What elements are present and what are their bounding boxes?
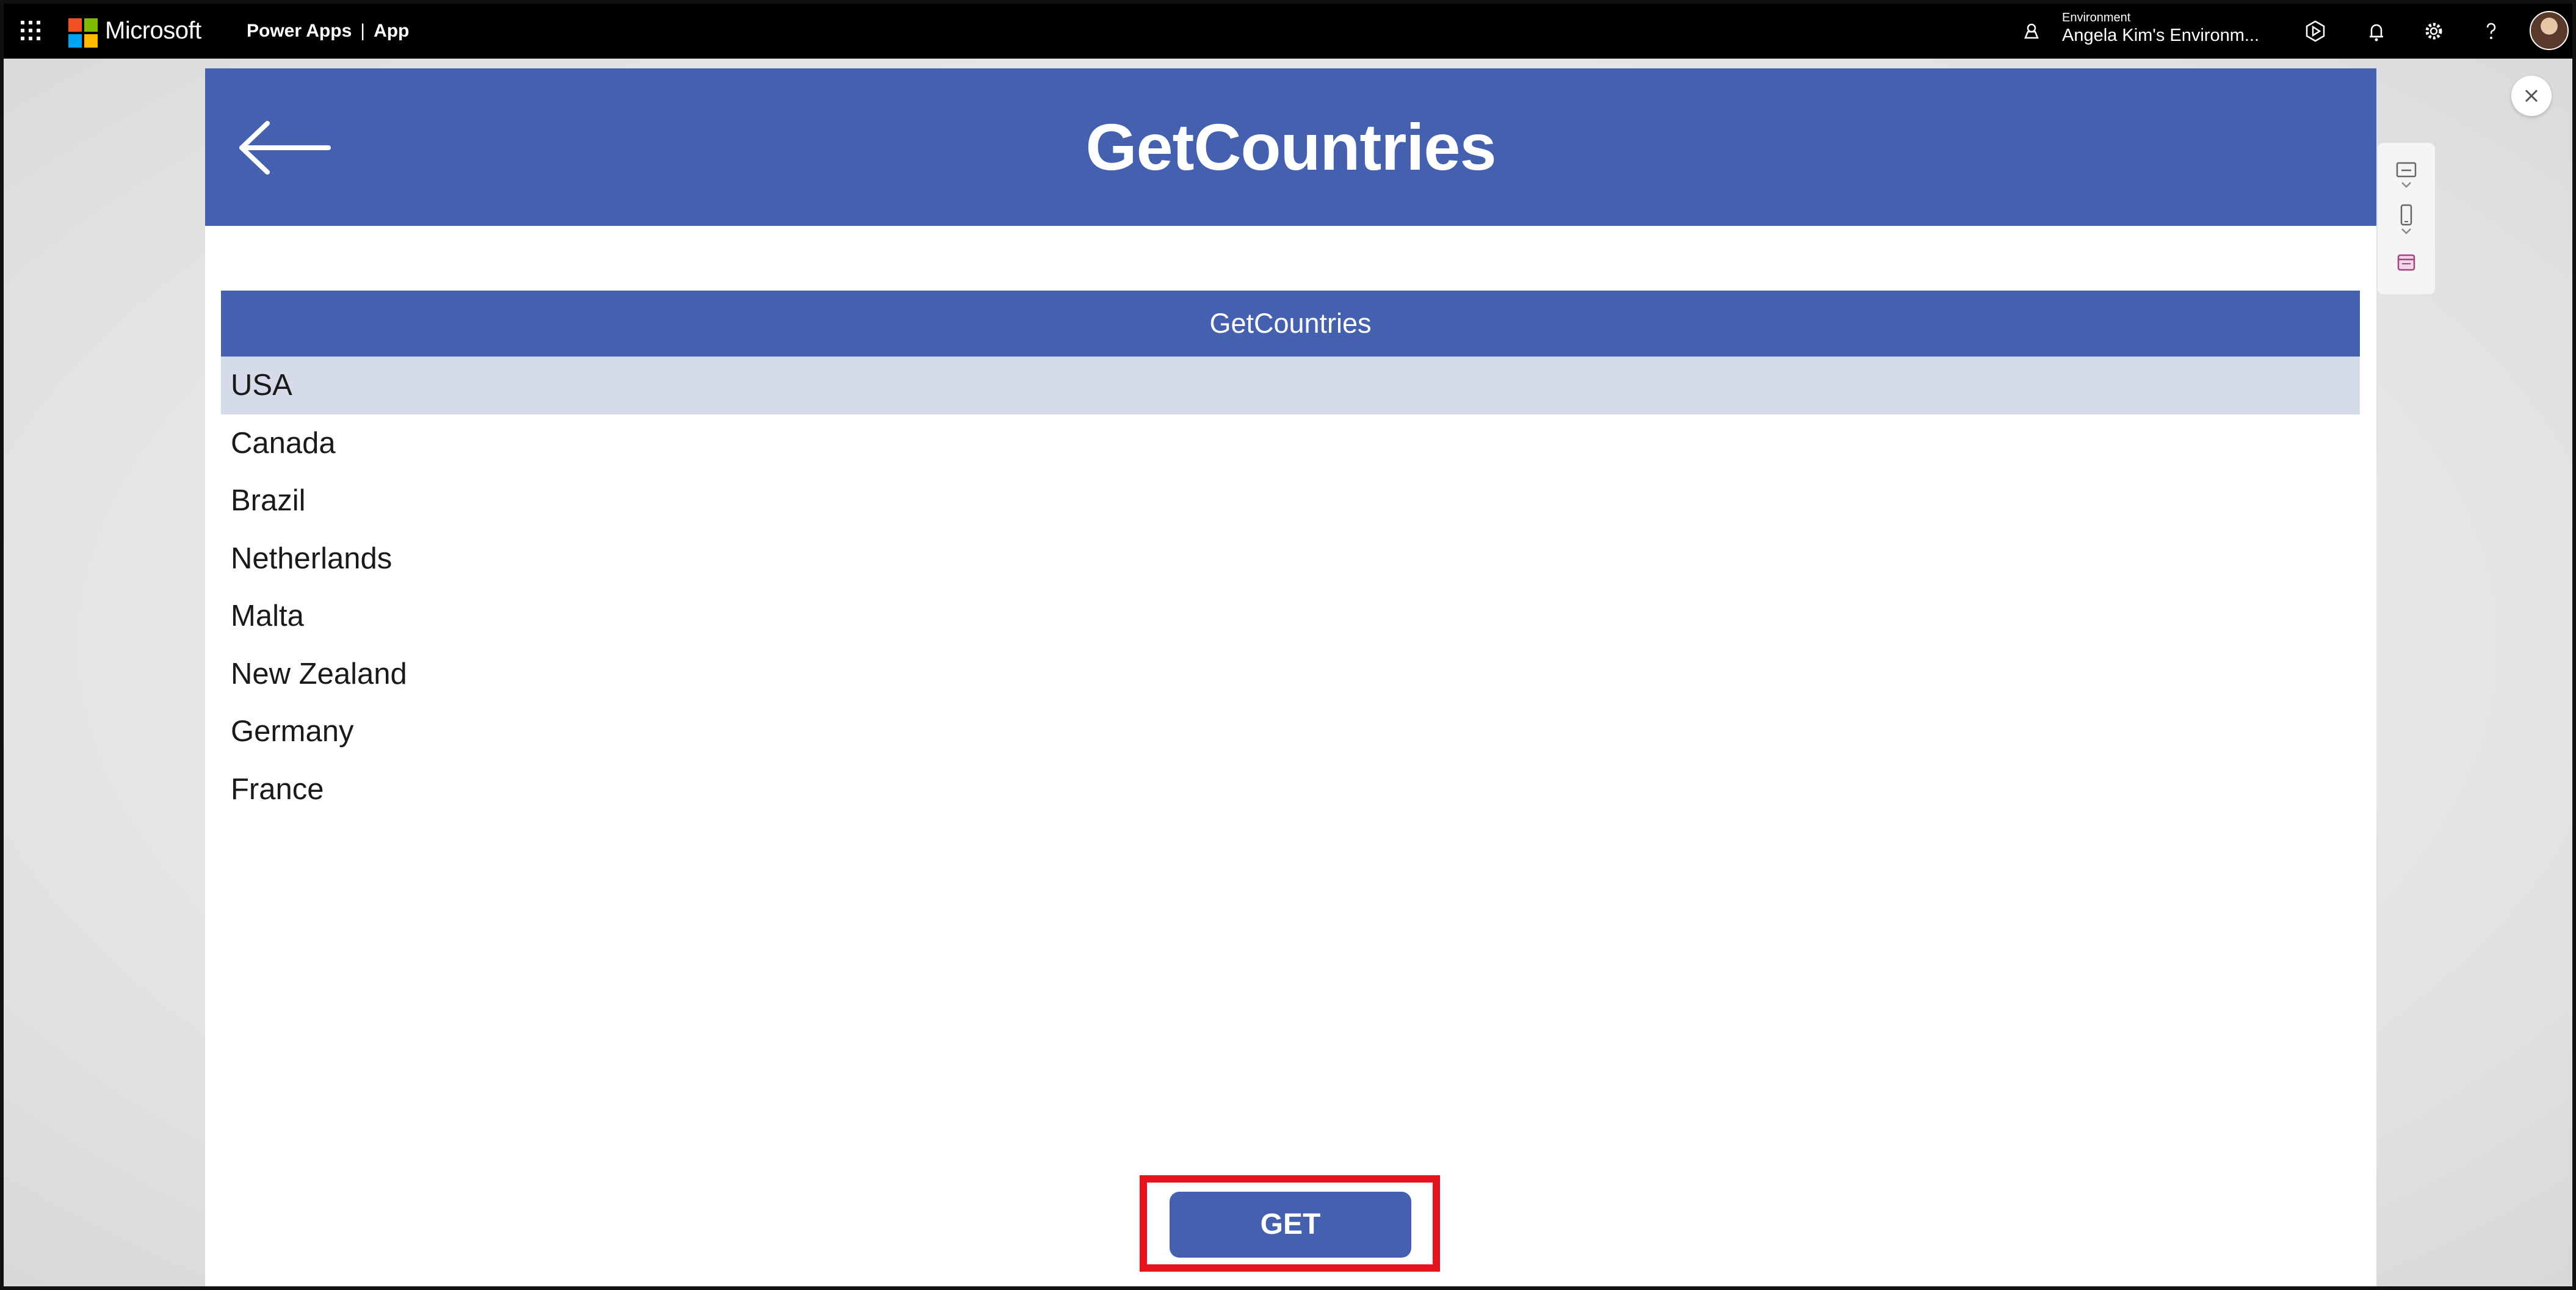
list-item[interactable]: USA [221,357,2360,415]
chevron-down-icon[interactable] [2394,225,2419,239]
avatar[interactable] [2530,11,2569,50]
list-item[interactable]: Malta [221,587,2360,645]
gallery-header: GetCountries [221,291,2360,357]
microsoft-logo-icon [68,18,98,48]
countries-gallery: GetCountries USA Canada Brazil Netherlan… [221,291,2360,818]
list-item[interactable]: Germany [221,703,2360,761]
environment-icon[interactable] [2023,22,2040,39]
screen-header: GetCountries [205,68,2376,226]
app-canvas: GetCountries GetCountries USA Canada Bra… [205,68,2376,1286]
window-frame: Microsoft Power Apps | App Environment Ang… [0,0,2576,1290]
gallery-list: USA Canada Brazil Netherlands Malta New … [221,357,2360,818]
breadcrumb-separator: | [360,21,366,41]
breadcrumb: Power Apps | App [247,21,409,42]
list-item[interactable]: New Zealand [221,645,2360,703]
phone-icon[interactable] [2394,203,2419,227]
list-item[interactable]: France [221,761,2360,819]
app-label: App [374,21,410,41]
play-icon[interactable] [2304,20,2327,43]
top-bar: Microsoft Power Apps | App Environment Ang… [4,4,2572,59]
list-item[interactable]: Netherlands [221,530,2360,588]
environment-caption: Environment [2062,11,2131,24]
page-title: GetCountries [1085,110,1496,184]
environment-name[interactable]: Angela Kim's Environm... [2062,26,2259,46]
help-icon[interactable] [2480,20,2503,43]
chevron-down-icon[interactable] [2394,178,2419,193]
close-button[interactable] [2511,76,2552,116]
list-item[interactable]: Canada [221,415,2360,473]
list-item[interactable]: Brazil [221,472,2360,530]
brand-name: Microsoft [105,17,201,44]
app-launcher-icon[interactable] [21,21,40,40]
settings-icon[interactable] [2422,20,2445,43]
calendar-icon[interactable] [2394,250,2419,275]
notifications-icon[interactable] [2365,20,2388,43]
preview-toolbar [2378,143,2435,294]
product-name[interactable]: Power Apps [247,21,352,41]
close-icon [2525,89,2538,103]
get-button[interactable]: GET [1170,1192,1411,1258]
